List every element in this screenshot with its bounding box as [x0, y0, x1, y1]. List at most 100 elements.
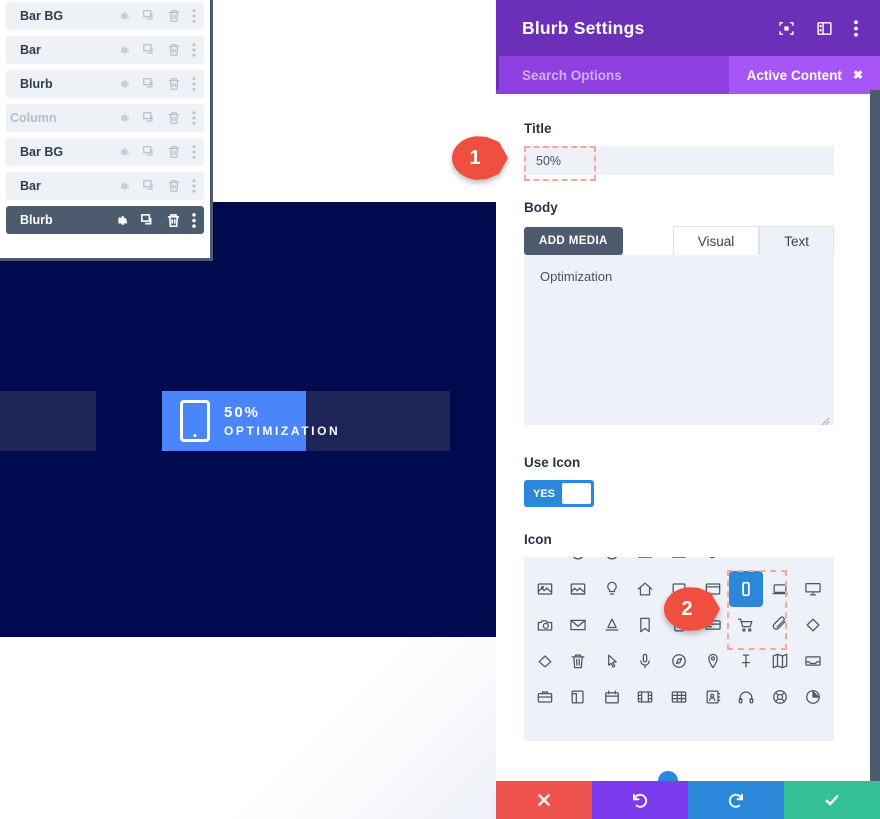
gear-icon[interactable]: [117, 145, 131, 159]
briefcase-icon[interactable]: [528, 679, 562, 715]
gear-icon[interactable]: [114, 213, 129, 228]
layer-name: Blurb: [20, 213, 53, 227]
trash-icon[interactable]: [167, 145, 181, 159]
more-vertical-icon[interactable]: [192, 145, 196, 159]
compass-icon[interactable]: [662, 643, 696, 679]
body-editor[interactable]: [524, 255, 834, 425]
gear-icon[interactable]: [117, 111, 131, 125]
trash-icon[interactable]: [167, 9, 181, 23]
lightbulb-icon[interactable]: [595, 571, 629, 607]
more-vertical-icon[interactable]: [192, 212, 196, 228]
active-content-chip[interactable]: Active Content ✖: [728, 56, 880, 94]
duplicate-icon[interactable]: [142, 9, 156, 23]
camera-icon[interactable]: [528, 607, 562, 643]
rotate-plus-icon[interactable]: [796, 557, 830, 571]
cancel-button[interactable]: [496, 781, 592, 819]
tablet-icon: [180, 400, 210, 442]
trash-icon[interactable]: [167, 179, 181, 193]
cash-icon[interactable]: [629, 557, 663, 571]
duplicate-icon[interactable]: [142, 145, 156, 159]
more-vertical-icon[interactable]: [192, 111, 196, 125]
film-icon[interactable]: [629, 679, 663, 715]
settings-action-bar: [496, 781, 880, 819]
focus-target-icon[interactable]: [778, 20, 795, 37]
layer-row[interactable]: Bar BG: [6, 2, 204, 30]
home-icon[interactable]: [629, 571, 663, 607]
layer-row-selected[interactable]: Blurb: [6, 206, 204, 234]
title-input[interactable]: [524, 146, 834, 175]
duplicate-icon[interactable]: [142, 43, 156, 57]
duplicate-icon[interactable]: [140, 213, 155, 228]
gear-icon[interactable]: [117, 43, 131, 57]
pie-chart-icon[interactable]: [796, 679, 830, 715]
title-field-group: Title: [524, 121, 834, 175]
trash-icon[interactable]: [562, 643, 596, 679]
gear-icon[interactable]: [117, 9, 131, 23]
undo-button[interactable]: [592, 781, 688, 819]
tag-outline-icon[interactable]: [528, 643, 562, 679]
gear-icon[interactable]: [117, 179, 131, 193]
gear-icon[interactable]: [117, 77, 131, 91]
clock-icon[interactable]: [595, 557, 629, 571]
table-icon[interactable]: [662, 679, 696, 715]
more-vertical-icon[interactable]: [192, 43, 196, 57]
layer-row[interactable]: Column: [6, 104, 204, 132]
use-icon-label: Use Icon: [524, 455, 581, 470]
layer-row[interactable]: Blurb: [6, 70, 204, 98]
image-stack-icon[interactable]: [562, 571, 596, 607]
more-vertical-icon[interactable]: [192, 77, 196, 91]
add-media-button[interactable]: ADD MEDIA: [524, 227, 623, 255]
duplicate-icon[interactable]: [142, 77, 156, 91]
quote-right-icon[interactable]: [528, 557, 562, 571]
settings-header: Blurb Settings: [496, 0, 880, 56]
headphones-icon[interactable]: [729, 679, 763, 715]
map-pin-icon[interactable]: [696, 643, 730, 679]
trash-icon[interactable]: [167, 43, 181, 57]
callout-marker-1: 1: [452, 136, 508, 180]
cursor-icon[interactable]: [595, 643, 629, 679]
duplicate-icon[interactable]: [142, 179, 156, 193]
layer-row[interactable]: Bar: [6, 172, 204, 200]
layer-row[interactable]: Bar: [6, 36, 204, 64]
close-icon[interactable]: ✖: [853, 68, 863, 82]
quote-both-icon[interactable]: [562, 557, 596, 571]
tab-visual[interactable]: Visual: [672, 226, 760, 255]
trash-icon[interactable]: [167, 111, 181, 125]
shopping-cart-icon[interactable]: [729, 607, 763, 643]
microphone-icon[interactable]: [629, 643, 663, 679]
refresh-loop-icon[interactable]: [729, 557, 763, 571]
tab-text[interactable]: Text: [759, 226, 834, 255]
tag-check-icon[interactable]: [696, 557, 730, 571]
inbox-icon[interactable]: [796, 643, 830, 679]
canvas-blurb-module[interactable]: 50% OPTIMIZATION: [162, 391, 450, 451]
trash-icon[interactable]: [167, 77, 181, 91]
trash-icon[interactable]: [166, 213, 181, 228]
laptop-open-icon[interactable]: [763, 571, 797, 607]
more-vertical-icon[interactable]: [854, 19, 858, 37]
pushpin-icon[interactable]: [729, 643, 763, 679]
use-icon-toggle[interactable]: YES: [524, 480, 594, 507]
more-vertical-icon[interactable]: [192, 179, 196, 193]
save-button[interactable]: [784, 781, 880, 819]
tablet-icon[interactable]: [729, 571, 763, 607]
sync-icon[interactable]: [763, 557, 797, 571]
paperclip-icon[interactable]: [763, 607, 797, 643]
image-icon[interactable]: [528, 571, 562, 607]
tag-icon[interactable]: [796, 607, 830, 643]
envelope-icon[interactable]: [562, 607, 596, 643]
panel-layout-icon[interactable]: [816, 20, 833, 37]
bookmark-icon[interactable]: [629, 607, 663, 643]
redo-button[interactable]: [688, 781, 784, 819]
lifebuoy-icon[interactable]: [763, 679, 797, 715]
duplicate-icon[interactable]: [142, 111, 156, 125]
editor-tabs: Visual Text: [672, 226, 834, 255]
layer-row[interactable]: Bar BG: [6, 138, 204, 166]
more-vertical-icon[interactable]: [192, 9, 196, 23]
cone-icon[interactable]: [595, 607, 629, 643]
monitor-icon[interactable]: [796, 571, 830, 607]
book-icon[interactable]: [562, 679, 596, 715]
calendar-icon[interactable]: [595, 679, 629, 715]
map-icon[interactable]: [763, 643, 797, 679]
coin-icon[interactable]: [662, 557, 696, 571]
contact-card-icon[interactable]: [696, 679, 730, 715]
